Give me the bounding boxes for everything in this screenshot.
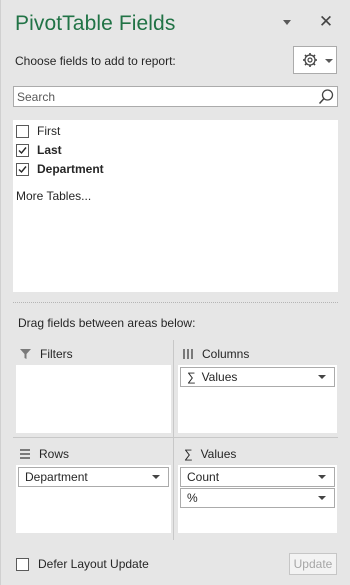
checkbox-icon[interactable] [16, 143, 29, 157]
area-divider-horizontal [13, 437, 338, 438]
field-item-first[interactable]: First [16, 122, 60, 140]
values-drop-zone[interactable]: Count % [178, 465, 337, 533]
filters-area-label: Filters [40, 347, 73, 361]
filters-drop-zone[interactable] [16, 365, 171, 433]
field-label: First [37, 124, 61, 138]
search-icon[interactable] [317, 88, 335, 106]
search-field[interactable] [13, 86, 338, 107]
pivot-fields-pane: PivotTable Fields ✕ Choose fields to add… [0, 0, 350, 585]
drag-fields-label: Drag fields between areas below: [18, 316, 196, 330]
columns-drop-zone[interactable]: ∑ Values [178, 365, 337, 433]
chevron-down-icon[interactable] [318, 496, 326, 500]
chevron-down-icon [325, 59, 333, 63]
gear-icon [303, 53, 317, 67]
close-button[interactable]: ✕ [317, 13, 335, 31]
rows-icon [20, 449, 30, 459]
columns-area-header: Columns [182, 345, 249, 363]
checkbox-icon[interactable] [16, 162, 29, 176]
field-list: First Last Department More Tables... [13, 120, 338, 292]
sigma-icon: ∑ [184, 447, 193, 461]
tools-button[interactable] [293, 46, 337, 74]
field-label: Department [37, 162, 104, 176]
more-tables-link[interactable]: More Tables... [16, 189, 91, 203]
field-label: Last [37, 143, 62, 157]
defer-label: Defer Layout Update [38, 557, 149, 571]
values-area-header: ∑ Values [184, 445, 236, 463]
pane-options-chevron-down-icon[interactable] [280, 14, 294, 30]
checkbox-icon[interactable] [16, 557, 29, 571]
field-item-last[interactable]: Last [16, 141, 62, 159]
dropdown-label: Count [187, 470, 220, 484]
chevron-down-icon[interactable] [318, 375, 326, 379]
chevron-down-icon[interactable] [318, 475, 326, 479]
defer-layout-update[interactable]: Defer Layout Update [16, 556, 149, 572]
filters-area-header: Filters [19, 345, 73, 363]
update-button[interactable]: Update [289, 553, 337, 575]
area-divider-vertical [173, 340, 174, 540]
chevron-down-icon[interactable] [152, 475, 160, 479]
rows-drop-zone[interactable]: Department [16, 465, 171, 533]
rows-area-label: Rows [39, 447, 70, 461]
field-item-department[interactable]: Department [16, 160, 104, 178]
columns-field-values[interactable]: ∑ Values [180, 367, 335, 387]
columns-icon [183, 349, 193, 359]
columns-area-label: Columns [202, 347, 250, 361]
choose-fields-label: Choose fields to add to report: [15, 54, 176, 68]
values-field-count[interactable]: Count [180, 467, 335, 487]
dropdown-label: Values [201, 370, 238, 384]
dropdown-label: Department [25, 470, 88, 484]
checkbox-icon[interactable] [16, 124, 29, 138]
sigma-icon: ∑ [187, 370, 196, 384]
filter-icon [20, 349, 31, 359]
search-input[interactable] [17, 88, 307, 105]
dropdown-label: % [187, 491, 198, 505]
pane-title: PivotTable Fields [15, 12, 176, 35]
values-field-percent[interactable]: % [180, 488, 335, 508]
values-area-label: Values [200, 447, 237, 461]
rows-area-header: Rows [19, 445, 69, 463]
divider [13, 302, 338, 303]
rows-field-department[interactable]: Department [18, 467, 169, 487]
